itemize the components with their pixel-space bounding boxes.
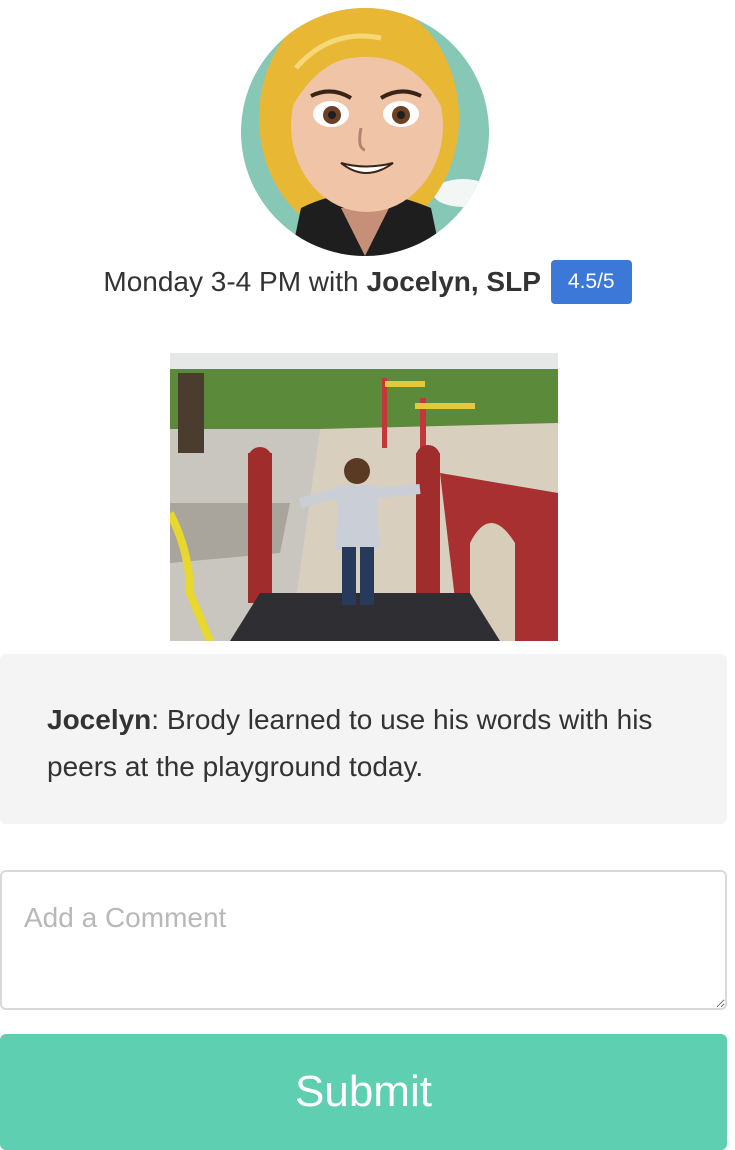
session-info: Monday 3-4 PM with Jocelyn, SLP 4.5/5 (0, 258, 735, 306)
avatar-illustration (241, 8, 489, 256)
session-note: Jocelyn: Brody learned to use his words … (0, 654, 727, 824)
comment-input[interactable] (0, 870, 727, 1010)
playground-photo (170, 353, 558, 641)
session-photo (170, 353, 558, 641)
submit-button[interactable]: Submit (0, 1034, 727, 1150)
avatar (241, 8, 489, 256)
therapist-name: Jocelyn, SLP (366, 266, 541, 297)
session-time: Monday 3-4 PM with (103, 266, 359, 297)
note-author: Jocelyn (47, 704, 152, 735)
rating-badge: 4.5/5 (550, 260, 632, 304)
note-separator: : (151, 704, 160, 735)
